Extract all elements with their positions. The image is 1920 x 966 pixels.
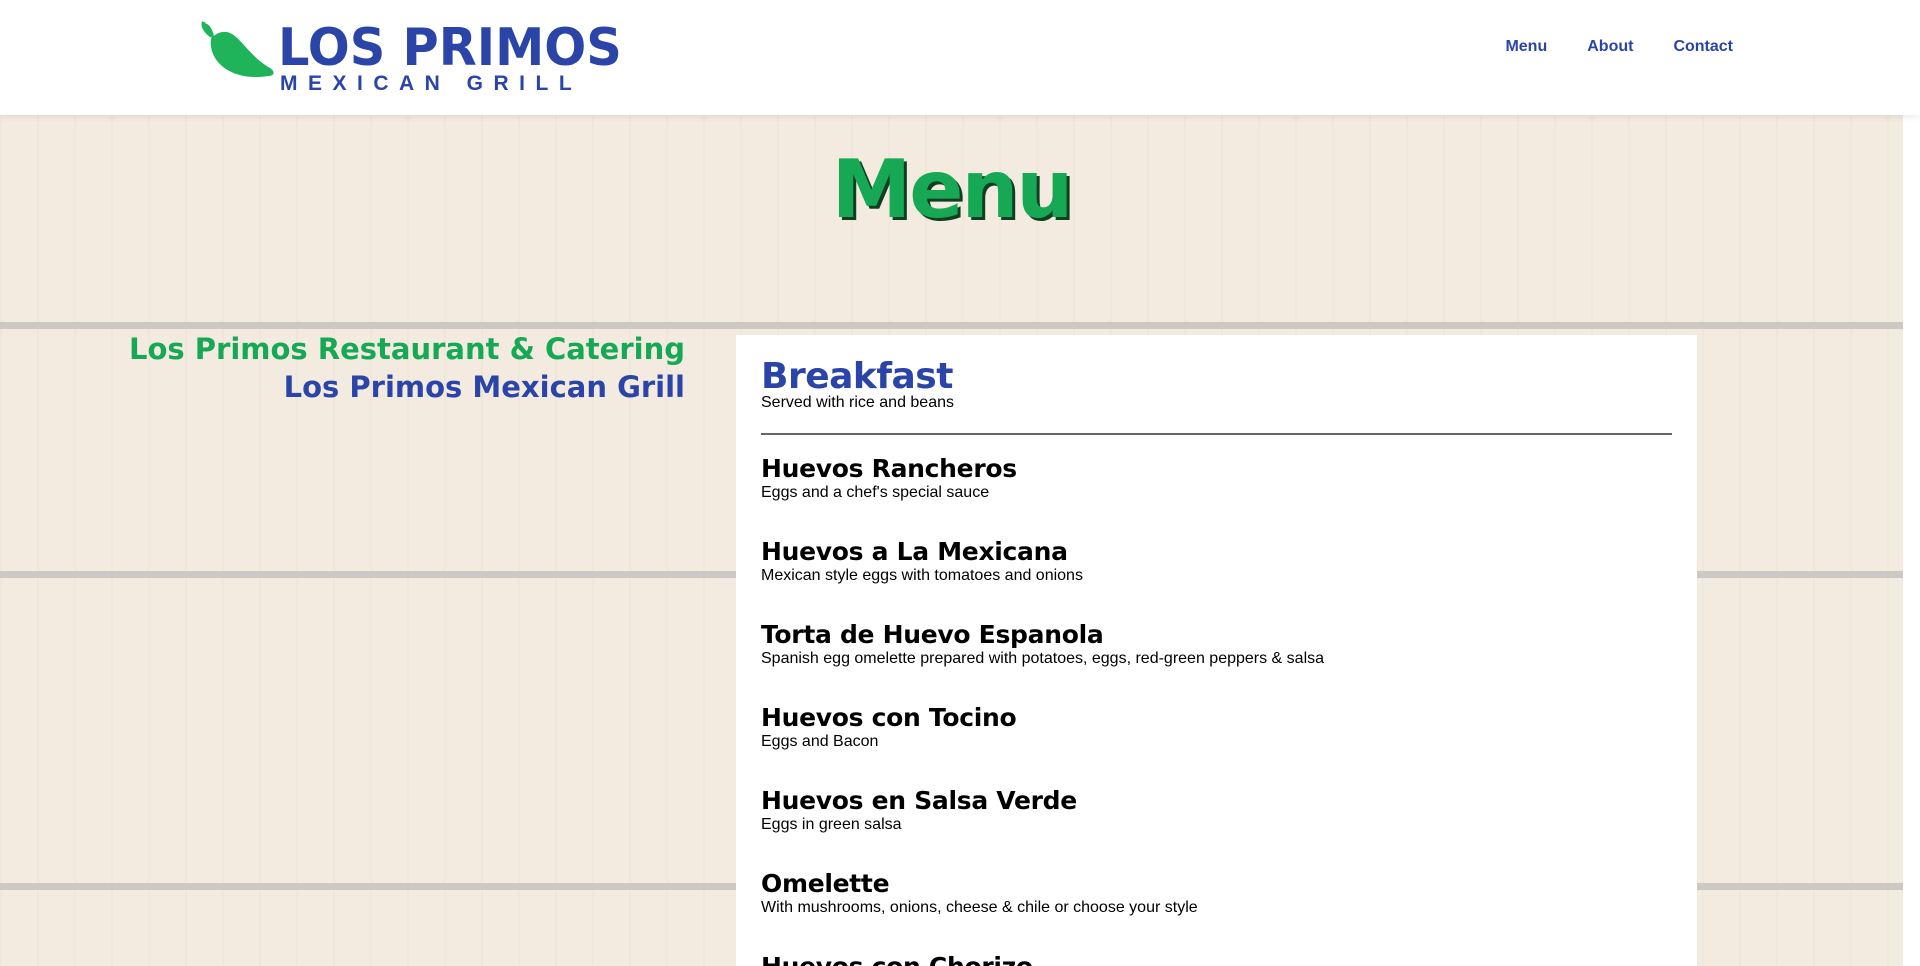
logo-title: LOS PRIMOS (278, 18, 622, 78)
menu-item-description: Eggs in green salsa (761, 816, 902, 833)
restaurant-titles: Los Primos Restaurant & Catering Los Pri… (129, 330, 685, 406)
menu-item-description: Eggs and Bacon (761, 733, 879, 750)
menu-item: Huevos con Tocino Eggs and Bacon (761, 703, 1017, 752)
menu-item-name: Torta de Huevo Espanola (761, 620, 1104, 649)
menu-item-description: With mushrooms, onions, cheese & chile o… (761, 899, 1198, 916)
menu-item-name: Huevos a La Mexicana (761, 537, 1068, 566)
nav-menu-link[interactable]: Menu (1505, 38, 1547, 56)
menu-item-description: Eggs and a chef's special sauce (761, 484, 990, 501)
menu-item: Huevos con Chorizo (761, 953, 1033, 966)
section-divider (761, 433, 1672, 435)
menu-item-name: Huevos en Salsa Verde (761, 786, 1077, 815)
restaurant-catering-title: Los Primos Restaurant & Catering (129, 332, 685, 366)
section-subtitle: Served with rice and beans (761, 394, 954, 411)
section-title: Breakfast (761, 356, 953, 397)
main-nav: Menu About Contact (1505, 38, 1733, 56)
menu-item: Huevos en Salsa Verde Eggs in green sals… (761, 787, 1077, 835)
nav-contact-link[interactable]: Contact (1673, 38, 1733, 56)
menu-item: Torta de Huevo Espanola Spanish egg omel… (761, 621, 1324, 669)
logo-subtitle: MEXICAN GRILL (280, 72, 583, 95)
menu-item-name: Huevos con Chorizo (761, 953, 1033, 966)
site-header: LOS PRIMOS MEXICAN GRILL Menu About Cont… (0, 0, 1920, 115)
scrollbar[interactable] (1903, 115, 1920, 966)
menu-item-name: Omelette (761, 869, 890, 898)
menu-item-description: Spanish egg omelette prepared with potat… (761, 650, 1325, 667)
menu-item: Huevos Rancheros Eggs and a chef's speci… (761, 455, 1017, 503)
site-logo[interactable]: LOS PRIMOS MEXICAN GRILL (198, 18, 622, 98)
nav-about-link[interactable]: About (1587, 38, 1633, 56)
menu-item: Omelette With mushrooms, onions, cheese … (761, 870, 1198, 918)
restaurant-grill-title: Los Primos Mexican Grill (283, 370, 685, 404)
menu-item-description: Mexican style eggs with tomatoes and oni… (761, 567, 1083, 584)
menu-item: Huevos a La Mexicana Mexican style eggs … (761, 538, 1083, 586)
menu-item-name: Huevos con Tocino (761, 703, 1017, 732)
menu-item-name: Huevos Rancheros (761, 454, 1017, 483)
page-title: Menu (831, 143, 1074, 236)
menu-card: Breakfast Served with rice and beans Hue… (736, 335, 1697, 966)
chili-pepper-icon (201, 21, 274, 78)
